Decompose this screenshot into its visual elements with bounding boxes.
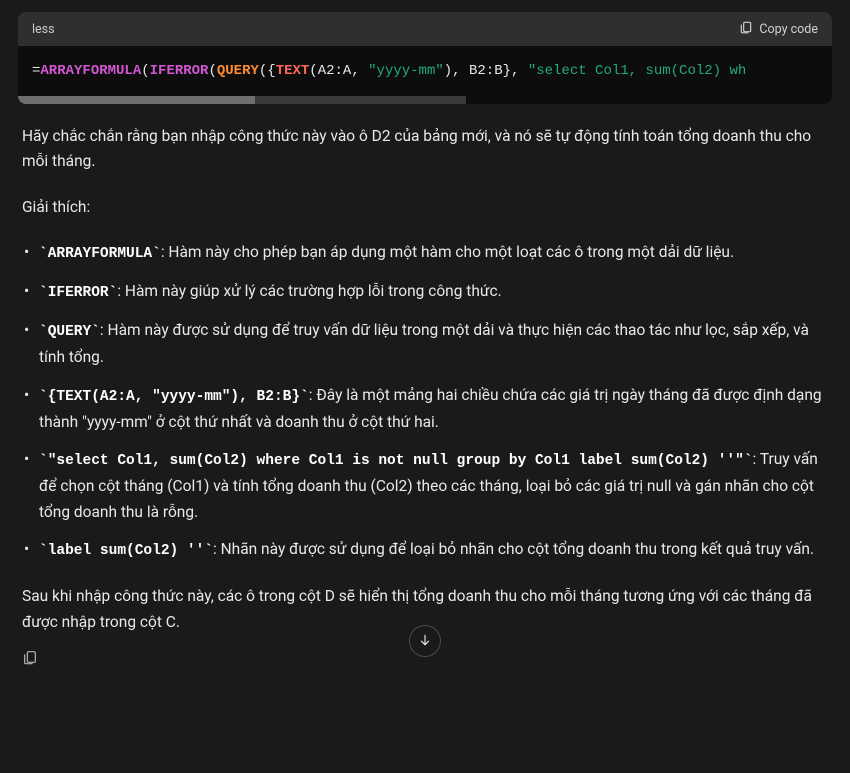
tok-a2: A2 <box>318 63 335 79</box>
code-block: less Copy code =ARRAYFORMULA(IFERROR(QUE… <box>18 12 832 104</box>
tok-colon1: : <box>335 63 343 79</box>
code-header: less Copy code <box>18 12 832 46</box>
intro-paragraph: Hãy chắc chắn rằng bạn nhập công thức nà… <box>22 124 828 175</box>
code-term: `IFERROR` <box>39 285 117 301</box>
code-term: `label sum(Col2) ''` <box>39 543 213 559</box>
code-term: `ARRAYFORMULA` <box>39 246 161 262</box>
arrow-down-icon <box>418 632 432 651</box>
horizontal-scrollbar-thumb[interactable] <box>18 96 255 104</box>
message-content: Hãy chắc chắn rằng bạn nhập công thức nà… <box>0 124 850 636</box>
list-item: `{TEXT(A2:A, "yyyy-mm"), B2:B}`: Đây là … <box>28 383 828 435</box>
tok-comma3: , <box>511 63 528 79</box>
tok-lparen4: ( <box>309 63 317 79</box>
list-item: `"select Col1, sum(Col2) where Col1 is n… <box>28 447 828 525</box>
list-item-desc: : Hàm này cho phép bạn áp dụng một hàm c… <box>161 243 734 261</box>
code-term: `"select Col1, sum(Col2) where Col1 is n… <box>39 453 753 469</box>
bottom-actions <box>0 649 850 669</box>
tok-lparen1: ( <box>141 63 149 79</box>
tok-rbrace: } <box>503 63 511 79</box>
list-item: `IFERROR`: Hàm này giúp xử lý các trường… <box>28 279 828 306</box>
tok-query: QUERY <box>217 63 259 79</box>
code-language-label: less <box>32 22 55 37</box>
clipboard-icon <box>739 20 753 38</box>
list-item-desc: : Hàm này được sử dụng để truy vấn dữ li… <box>39 321 809 366</box>
list-item-desc: : Nhãn này được sử dụng để loại bỏ nhãn … <box>213 540 814 558</box>
code-term: `{TEXT(A2:A, "yyyy-mm"), B2:B}` <box>39 389 309 405</box>
copy-message-button[interactable] <box>22 650 38 669</box>
tok-comma2: , <box>452 63 469 79</box>
tok-lparen2: ( <box>208 63 216 79</box>
tok-b: B <box>494 63 502 79</box>
code-term: `QUERY` <box>39 324 100 340</box>
copy-code-button[interactable]: Copy code <box>739 20 818 38</box>
list-item-desc: : Hàm này giúp xử lý các trường hợp lỗi … <box>117 282 501 300</box>
tok-strsel: "select Col1, sum(Col2) wh <box>528 63 746 79</box>
tok-arrayformula: ARRAYFORMULA <box>40 63 141 79</box>
tok-b2: B2 <box>469 63 486 79</box>
tok-lbrace: { <box>267 63 275 79</box>
code-body-wrapper: =ARRAYFORMULA(IFERROR(QUERY({TEXT(A2:A, … <box>18 46 832 104</box>
tok-strfmt: "yyyy-mm" <box>368 63 444 79</box>
tok-colon2: : <box>486 63 494 79</box>
explain-list: `ARRAYFORMULA`: Hàm này cho phép bạn áp … <box>22 240 828 564</box>
scroll-down-button[interactable] <box>409 625 441 657</box>
tok-iferror: IFERROR <box>150 63 209 79</box>
horizontal-scrollbar-track[interactable] <box>18 96 466 104</box>
tok-comma1: , <box>351 63 368 79</box>
explain-heading: Giải thích: <box>22 195 828 221</box>
copy-code-label: Copy code <box>759 22 818 37</box>
list-item: `label sum(Col2) ''`: Nhãn này được sử d… <box>28 537 828 564</box>
tok-rparen1: ) <box>444 63 452 79</box>
list-item: `QUERY`: Hàm này được sử dụng để truy vấ… <box>28 318 828 370</box>
list-item: `ARRAYFORMULA`: Hàm này cho phép bạn áp … <box>28 240 828 267</box>
tok-text: TEXT <box>276 63 310 79</box>
